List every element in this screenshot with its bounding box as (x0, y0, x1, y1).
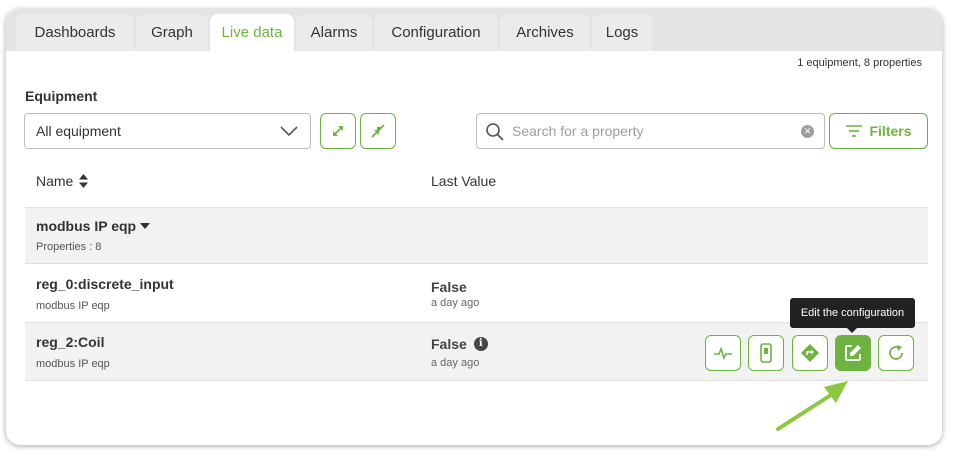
filter-icon (846, 125, 863, 137)
group-title: modbus IP eqp (36, 218, 151, 234)
property-equipment: modbus IP eqp (36, 358, 110, 370)
column-header-name[interactable]: Name (36, 173, 89, 189)
chevron-down-icon (280, 126, 298, 137)
annotation-arrow (776, 381, 848, 431)
property-value: False i (431, 336, 488, 352)
refresh-button[interactable] (878, 335, 914, 371)
tooltip-text: Edit the configuration (800, 307, 905, 319)
tooltip-pointer (846, 327, 858, 333)
collapse-all-button[interactable] (360, 113, 396, 149)
tab-live-data[interactable]: Live data (210, 14, 294, 51)
property-value: False (431, 279, 467, 295)
property-value-text: False (431, 279, 467, 295)
filters-button[interactable]: Filters (829, 113, 928, 149)
device-button[interactable] (748, 335, 784, 371)
column-header-last-value: Last Value (431, 173, 497, 189)
edit-icon (845, 345, 861, 361)
property-timestamp: a day ago (431, 357, 480, 369)
direction-button[interactable] (792, 335, 828, 371)
clear-icon[interactable]: ✕ (801, 125, 814, 138)
search-input[interactable] (512, 118, 787, 144)
property-timestamp: a day ago (431, 297, 480, 309)
equipment-select-value: All equipment (36, 123, 121, 139)
tab-bar: Dashboards Graph Live data Alarms Config… (6, 9, 942, 51)
search-icon (486, 123, 504, 141)
property-value-text: False (431, 336, 467, 352)
column-name-label: Name (36, 173, 74, 189)
live-data-panel: Dashboards Graph Live data Alarms Config… (6, 9, 942, 445)
filters-label: Filters (869, 123, 912, 139)
expand-icon (333, 126, 343, 136)
property-search[interactable]: ✕ (476, 113, 825, 149)
property-name: reg_2:Coil (36, 334, 105, 350)
direction-icon (801, 344, 819, 362)
group-property-count: Properties : 8 (36, 241, 102, 253)
tab-alarms[interactable]: Alarms (296, 14, 372, 51)
device-icon (760, 343, 772, 363)
group-name: modbus IP eqp (36, 218, 137, 234)
tab-dashboards[interactable]: Dashboards (16, 14, 134, 51)
caret-down-icon[interactable] (140, 222, 151, 230)
info-icon[interactable]: i (473, 337, 488, 351)
expand-all-button[interactable] (320, 113, 356, 149)
equipment-select[interactable]: All equipment (24, 113, 311, 149)
collapse-icon (371, 124, 385, 138)
refresh-icon (889, 345, 903, 360)
equipment-group-row[interactable]: modbus IP eqp Properties : 8 (25, 208, 928, 264)
tab-graph[interactable]: Graph (136, 14, 208, 51)
tab-configuration[interactable]: Configuration (374, 14, 498, 51)
edit-configuration-button[interactable] (835, 335, 871, 371)
table-row[interactable]: reg_2:Coil modbus IP eqp False i a day a… (25, 323, 928, 381)
equipment-label: Equipment (25, 88, 98, 104)
tab-archives[interactable]: Archives (500, 14, 590, 51)
edit-configuration-tooltip: Edit the configuration (790, 298, 915, 333)
tab-logs[interactable]: Logs (592, 14, 652, 51)
trend-icon (714, 346, 732, 361)
property-name: reg_0:discrete_input (36, 276, 174, 292)
trend-button[interactable] (705, 335, 741, 371)
property-equipment: modbus IP eqp (36, 300, 110, 312)
property-count: 1 equipment, 8 properties (797, 57, 922, 69)
sort-icon (79, 174, 89, 188)
